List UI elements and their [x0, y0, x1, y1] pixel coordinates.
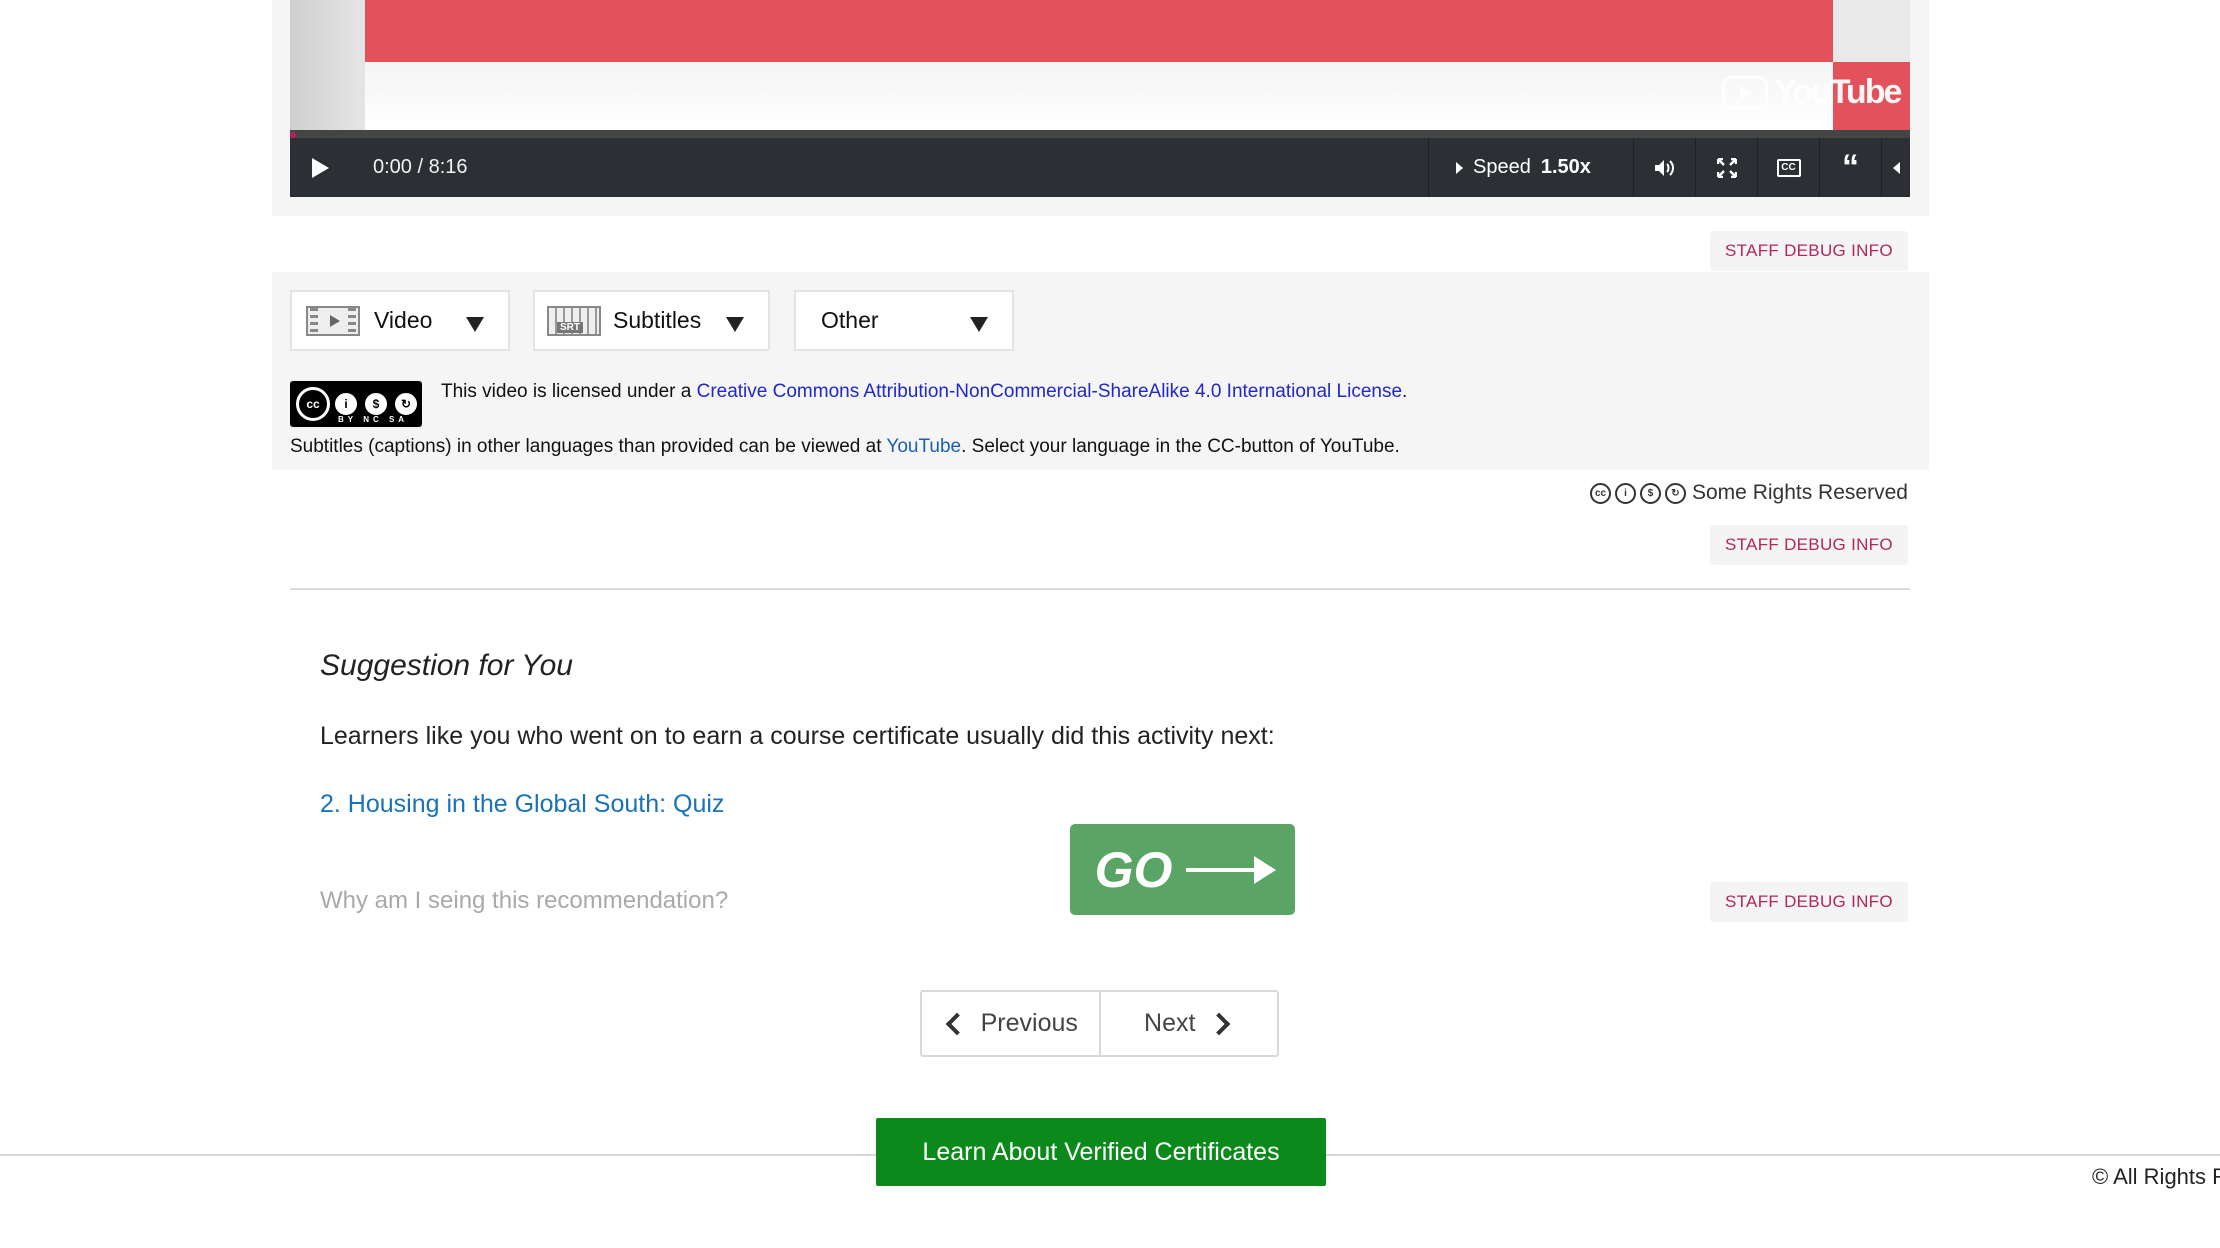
cc-icon: cc	[1590, 482, 1611, 504]
video-frame[interactable]: YouTube	[290, 0, 1910, 130]
other-dropdown-label: Other	[821, 307, 879, 333]
dropdown-arrow-icon	[970, 317, 988, 332]
staff-debug-info-button[interactable]: STAFF DEBUG INFO	[1710, 231, 1908, 271]
cc-icon: cc	[296, 387, 330, 421]
next-label: Next	[1144, 1009, 1196, 1037]
nc-icon: $	[362, 390, 390, 418]
some-rights-reserved[interactable]: cc i $ ↻ Some Rights Reserved	[1590, 481, 1908, 505]
by-icon: i	[332, 390, 360, 418]
license-link[interactable]: Creative Commons Attribution-NonCommerci…	[697, 381, 1402, 402]
suggestion-title: Suggestion for You	[320, 649, 573, 682]
cc-license-badge[interactable]: cc i $ ↻ BY NC SA	[290, 381, 422, 427]
youtube-link[interactable]: YouTube	[886, 436, 961, 457]
transcript-button[interactable]: “	[1820, 138, 1881, 197]
dropdown-arrow-icon	[726, 317, 744, 332]
speed-label: Speed	[1473, 156, 1531, 178]
toggle-controls-button[interactable]	[1882, 138, 1910, 197]
previous-button[interactable]: Previous	[922, 992, 1099, 1055]
staff-debug-info-button[interactable]: STAFF DEBUG INFO	[1710, 882, 1908, 922]
caret-right-icon	[1456, 161, 1463, 174]
video-time: 0:00 / 8:16	[373, 156, 468, 178]
recommendation-why-link[interactable]: Why am I seing this recommendation?	[320, 887, 728, 915]
subtitles-download-dropdown[interactable]: SRT Subtitles	[533, 290, 770, 351]
film-icon	[306, 305, 360, 336]
arrow-right-icon	[1186, 855, 1277, 884]
captions-button[interactable]: CC	[1758, 138, 1819, 197]
video-controls: 0:00 / 8:16 Speed 1.50x CC “	[290, 138, 1910, 197]
fullscreen-button[interactable]	[1696, 138, 1757, 197]
dropdown-arrow-icon	[466, 317, 484, 332]
chevron-right-icon	[1208, 1012, 1231, 1035]
go-button[interactable]: GO	[1070, 824, 1295, 915]
rights-text: Some Rights Reserved	[1692, 481, 1908, 504]
play-button[interactable]	[290, 138, 350, 197]
suggestion-body: Learners like you who went on to earn a …	[320, 722, 1275, 750]
speed-value: 1.50x	[1540, 156, 1591, 178]
cc-icon: CC	[1776, 158, 1801, 177]
quote-icon: “	[1842, 148, 1859, 186]
video-download-dropdown[interactable]: Video	[290, 290, 510, 351]
subtitles-dropdown-label: Subtitles	[613, 307, 702, 333]
srt-icon: SRT	[547, 305, 601, 336]
nc-icon: $	[1640, 482, 1661, 504]
copyright-text: © All Rights R	[2092, 1164, 2220, 1189]
volume-icon	[1654, 159, 1674, 176]
play-icon	[311, 157, 329, 178]
youtube-logo-text: YouTube	[1774, 73, 1902, 111]
volume-button[interactable]	[1634, 138, 1695, 197]
sequence-pager: Previous Next	[920, 990, 1279, 1057]
license-text: This video is licensed under a Creative …	[441, 381, 1408, 402]
video-progress-slider[interactable]	[290, 130, 1910, 138]
youtube-logo[interactable]: YouTube	[1722, 73, 1902, 112]
chevron-left-icon	[945, 1012, 968, 1035]
go-label: GO	[1094, 841, 1173, 898]
video-dropdown-label: Video	[374, 307, 433, 333]
learn-verified-certificates-button[interactable]: Learn About Verified Certificates	[876, 1118, 1326, 1186]
by-icon: i	[1615, 482, 1636, 504]
staff-debug-info-button[interactable]: STAFF DEBUG INFO	[1710, 525, 1908, 565]
previous-label: Previous	[980, 1009, 1078, 1037]
caret-left-icon	[1892, 161, 1900, 174]
sa-icon: ↻	[392, 390, 420, 418]
speed-button[interactable]: Speed 1.50x	[1456, 138, 1591, 197]
fullscreen-icon	[1716, 157, 1737, 178]
other-download-dropdown[interactable]: Other	[794, 290, 1014, 351]
divider	[290, 588, 1910, 590]
next-button[interactable]: Next	[1098, 992, 1278, 1055]
subtitles-note: Subtitles (captions) in other languages …	[290, 436, 1400, 457]
youtube-play-icon	[1722, 75, 1768, 110]
sa-icon: ↻	[1665, 482, 1686, 504]
cc-badge-text: BY NC SA	[338, 415, 409, 424]
suggested-activity-link[interactable]: 2. Housing in the Global South: Quiz	[320, 790, 724, 819]
